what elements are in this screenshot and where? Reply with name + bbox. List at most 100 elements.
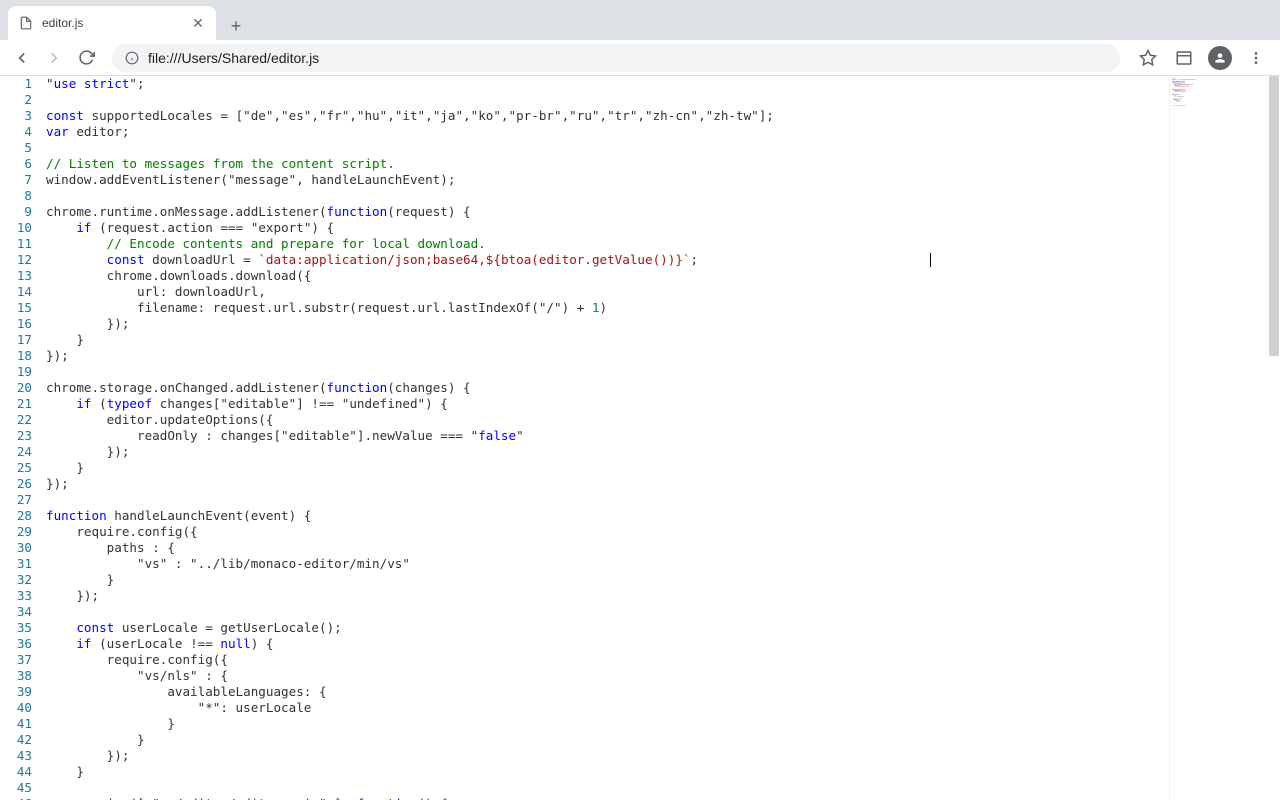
tab-strip: editor.js ✕ + xyxy=(0,0,1280,40)
code-line[interactable]: chrome.runtime.onMessage.addListener(fun… xyxy=(46,204,1169,220)
line-number: 32 xyxy=(0,572,32,588)
line-number: 25 xyxy=(0,460,32,476)
line-number: 17 xyxy=(0,332,32,348)
code-line[interactable]: function handleLaunchEvent(event) { xyxy=(46,508,1169,524)
code-line[interactable]: }); xyxy=(46,444,1169,460)
reload-button[interactable] xyxy=(72,44,100,72)
code-line[interactable]: } xyxy=(46,460,1169,476)
code-line[interactable] xyxy=(46,92,1169,108)
code-line[interactable] xyxy=(46,780,1169,796)
line-number: 16 xyxy=(0,316,32,332)
code-line[interactable]: // Listen to messages from the content s… xyxy=(46,156,1169,172)
code-line[interactable] xyxy=(46,188,1169,204)
code-line[interactable]: "*": userLocale xyxy=(46,700,1169,716)
line-number-gutter: 1234567891011121314151617181920212223242… xyxy=(0,76,46,800)
line-number: 9 xyxy=(0,204,32,220)
browser-tab[interactable]: editor.js ✕ xyxy=(8,6,216,40)
line-number: 31 xyxy=(0,556,32,572)
code-line[interactable]: require([ "vs/editor/editor.main" ], fun… xyxy=(46,796,1169,800)
address-bar[interactable]: file:///Users/Shared/editor.js xyxy=(112,44,1120,72)
reading-list-icon[interactable] xyxy=(1168,42,1200,74)
code-line[interactable]: } xyxy=(46,764,1169,780)
browser-toolbar: file:///Users/Shared/editor.js xyxy=(0,40,1280,76)
line-number: 4 xyxy=(0,124,32,140)
code-line[interactable]: var editor; xyxy=(46,124,1169,140)
line-number: 24 xyxy=(0,444,32,460)
line-number: 18 xyxy=(0,348,32,364)
code-line[interactable]: "vs/nls" : { xyxy=(46,668,1169,684)
code-line[interactable] xyxy=(46,364,1169,380)
line-number: 5 xyxy=(0,140,32,156)
code-line[interactable]: readOnly : changes["editable"].newValue … xyxy=(46,428,1169,444)
code-line[interactable]: require.config({ xyxy=(46,652,1169,668)
code-line[interactable]: "vs" : "../lib/monaco-editor/min/vs" xyxy=(46,556,1169,572)
line-number: 21 xyxy=(0,396,32,412)
code-line[interactable]: const downloadUrl = `data:application/js… xyxy=(46,252,1169,268)
code-line[interactable]: }); xyxy=(46,588,1169,604)
minimap[interactable] xyxy=(1169,76,1266,800)
line-number: 11 xyxy=(0,236,32,252)
line-number: 38 xyxy=(0,668,32,684)
code-line[interactable]: window.addEventListener("message", handl… xyxy=(46,172,1169,188)
code-line[interactable]: } xyxy=(46,716,1169,732)
line-number: 29 xyxy=(0,524,32,540)
code-line[interactable]: "use strict"; xyxy=(46,76,1169,92)
forward-button[interactable] xyxy=(40,44,68,72)
line-number: 28 xyxy=(0,508,32,524)
line-number: 41 xyxy=(0,716,32,732)
line-number: 26 xyxy=(0,476,32,492)
code-line[interactable] xyxy=(46,140,1169,156)
code-line[interactable]: if (userLocale !== null) { xyxy=(46,636,1169,652)
text-cursor xyxy=(930,253,931,267)
code-line[interactable]: } xyxy=(46,332,1169,348)
code-line[interactable]: } xyxy=(46,572,1169,588)
code-line[interactable]: // Encode contents and prepare for local… xyxy=(46,236,1169,252)
line-number: 14 xyxy=(0,284,32,300)
line-number: 15 xyxy=(0,300,32,316)
code-line[interactable]: paths : { xyxy=(46,540,1169,556)
code-line[interactable]: chrome.storage.onChanged.addListener(fun… xyxy=(46,380,1169,396)
line-number: 42 xyxy=(0,732,32,748)
code-line[interactable]: }); xyxy=(46,748,1169,764)
menu-icon[interactable] xyxy=(1240,42,1272,74)
page-content: 1234567891011121314151617181920212223242… xyxy=(0,76,1280,800)
code-line[interactable]: editor.updateOptions({ xyxy=(46,412,1169,428)
code-line[interactable]: const userLocale = getUserLocale(); xyxy=(46,620,1169,636)
code-line[interactable] xyxy=(46,492,1169,508)
line-number: 13 xyxy=(0,268,32,284)
line-number: 19 xyxy=(0,364,32,380)
vertical-scrollbar[interactable] xyxy=(1266,76,1280,800)
code-line[interactable] xyxy=(46,604,1169,620)
code-line[interactable]: }); xyxy=(46,476,1169,492)
new-tab-button[interactable]: + xyxy=(222,12,250,40)
code-line[interactable]: require.config({ xyxy=(46,524,1169,540)
line-number: 39 xyxy=(0,684,32,700)
line-number: 40 xyxy=(0,700,32,716)
line-number: 3 xyxy=(0,108,32,124)
close-icon[interactable]: ✕ xyxy=(190,15,206,31)
code-line[interactable]: availableLanguages: { xyxy=(46,684,1169,700)
line-number: 37 xyxy=(0,652,32,668)
code-line[interactable]: } xyxy=(46,732,1169,748)
code-line[interactable]: if (request.action === "export") { xyxy=(46,220,1169,236)
bookmark-icon[interactable] xyxy=(1132,42,1164,74)
info-icon xyxy=(124,50,140,66)
scrollbar-thumb[interactable] xyxy=(1269,76,1279,356)
line-number: 20 xyxy=(0,380,32,396)
avatar xyxy=(1208,46,1232,70)
code-line[interactable]: chrome.downloads.download({ xyxy=(46,268,1169,284)
code-line[interactable]: filename: request.url.substr(request.url… xyxy=(46,300,1169,316)
profile-button[interactable] xyxy=(1204,42,1236,74)
back-button[interactable] xyxy=(8,44,36,72)
code-line[interactable]: url: downloadUrl, xyxy=(46,284,1169,300)
code-line[interactable]: }); xyxy=(46,348,1169,364)
line-number: 35 xyxy=(0,620,32,636)
code-line[interactable]: }); xyxy=(46,316,1169,332)
line-number: 6 xyxy=(0,156,32,172)
code-area[interactable]: "use strict"; const supportedLocales = [… xyxy=(46,76,1169,800)
code-line[interactable]: const supportedLocales = ["de","es","fr"… xyxy=(46,108,1169,124)
code-line[interactable]: if (typeof changes["editable"] !== "unde… xyxy=(46,396,1169,412)
line-number: 2 xyxy=(0,92,32,108)
line-number: 27 xyxy=(0,492,32,508)
code-editor[interactable]: 1234567891011121314151617181920212223242… xyxy=(0,76,1169,800)
